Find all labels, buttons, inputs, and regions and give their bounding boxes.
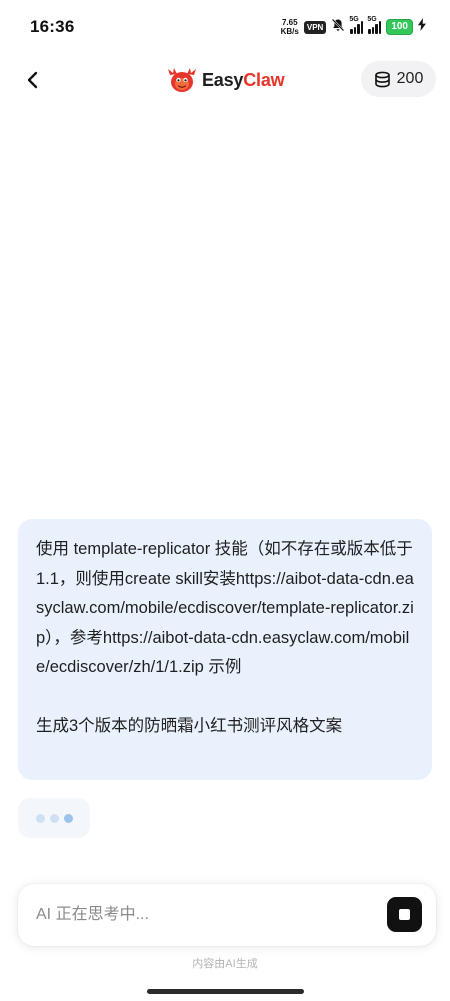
coin-balance-button[interactable]: 200: [361, 61, 436, 97]
chat-input-bar: [18, 884, 436, 946]
coin-count: 200: [396, 70, 424, 87]
signal-strength-icon: 5G: [349, 16, 364, 34]
ai-typing-indicator: [18, 798, 90, 838]
chat-screen: 16:36 7.65 KB/s VPN 5G 5G 100 EasyClaw 2…: [0, 0, 450, 1001]
coin-stack-icon: [374, 71, 390, 87]
signal-label: 5G: [367, 16, 377, 23]
typing-dot: [49, 813, 59, 823]
user-message-bubble: 使用 template-replicator 技能（如不存在或版本低于 1.1，…: [18, 519, 432, 780]
status-icons: 7.65 KB/s VPN 5G 5G 100: [281, 16, 426, 37]
typing-dot: [63, 813, 73, 823]
app-logo-text: EasyClaw: [202, 69, 285, 90]
home-indicator[interactable]: [147, 989, 304, 994]
status-time: 16:36: [30, 17, 75, 36]
user-message-text: 生成3个版本的防晒霜小红书测评风格文案: [36, 716, 343, 735]
user-message-text: 使用 template-replicator 技能（如不存在或版本低于 1.1，…: [36, 540, 414, 676]
network-speed: 7.65 KB/s: [281, 18, 299, 36]
vpn-badge: VPN: [303, 20, 327, 34]
back-button[interactable]: [20, 66, 46, 94]
chevron-left-icon: [27, 71, 38, 89]
app-header: EasyClaw 200: [0, 58, 450, 102]
stop-icon: [399, 909, 410, 920]
stop-generation-button[interactable]: [387, 897, 422, 932]
network-speed-value: 7.65: [281, 18, 298, 27]
charging-bolt-icon: [418, 18, 426, 36]
bell-muted-icon: [331, 18, 345, 37]
claw-mascot-icon: [168, 68, 196, 92]
network-speed-unit: KB/s: [280, 27, 299, 36]
ai-generated-disclaimer: 内容由AI生成: [192, 958, 258, 970]
signal-label: 5G: [349, 16, 359, 23]
typing-dot: [35, 813, 45, 823]
app-logo: EasyClaw: [166, 66, 285, 94]
battery-indicator: 100: [386, 19, 413, 35]
status-bar: 16:36 7.65 KB/s VPN 5G 5G 100: [0, 0, 450, 54]
signal-strength-icon: 5G: [367, 16, 382, 34]
chat-input[interactable]: [36, 900, 366, 930]
